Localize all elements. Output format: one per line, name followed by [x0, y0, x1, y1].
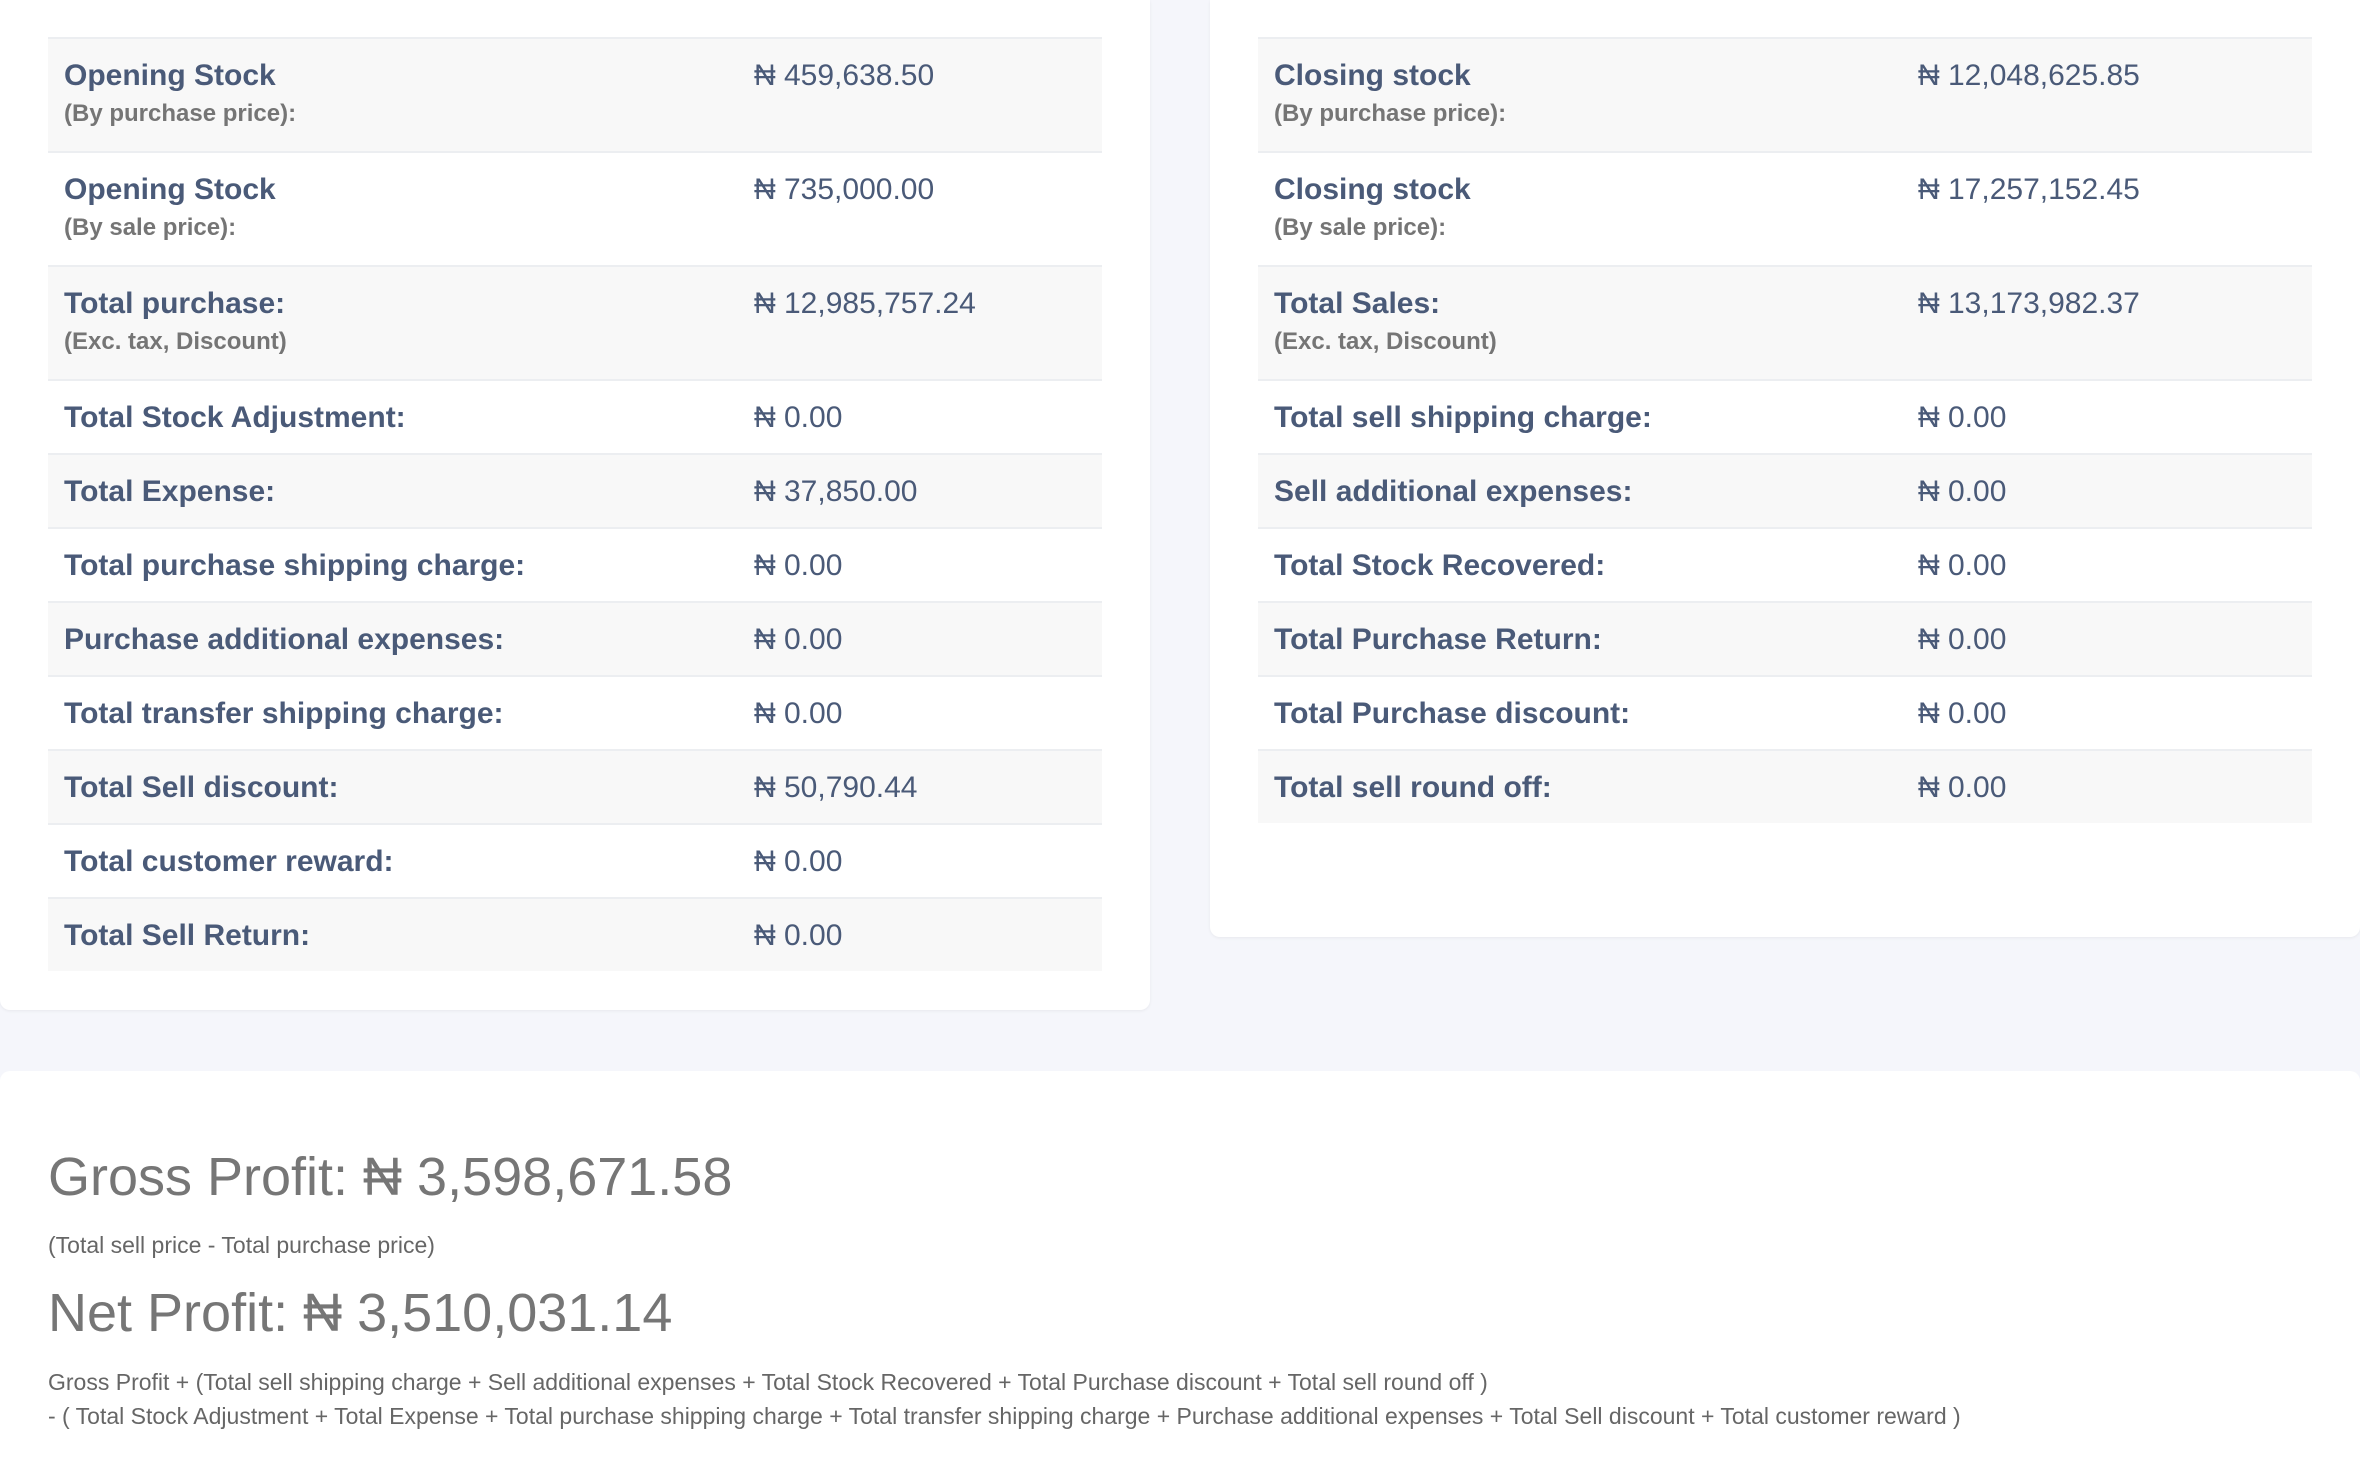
profit-loss-left-panel: Opening Stock (By purchase price): ₦ 459,… — [0, 0, 1150, 1010]
profit-loss-right-panel: Closing stock (By purchase price): ₦ 12,0… — [1210, 0, 2360, 937]
row-label: Total customer reward: — [64, 845, 394, 878]
table-row: Opening Stock (By sale price): ₦ 735,000.… — [48, 151, 1102, 265]
row-value: ₦ 12,985,757.24 — [754, 287, 976, 320]
row-sublabel: (By sale price): — [64, 214, 237, 241]
row-value: ₦ 0.00 — [1918, 549, 2007, 582]
table-row: Total Sales: (Exc. tax, Discount) ₦ 13,17… — [1258, 265, 2312, 379]
row-label: Total Sales: (Exc. tax, Discount) — [1274, 287, 1497, 355]
row-sublabel: (By purchase price): — [1274, 100, 1507, 127]
row-value: ₦ 13,173,982.37 — [1918, 287, 2140, 320]
table-row: Total sell shipping charge: ₦ 0.00 — [1258, 379, 2312, 453]
row-label: Opening Stock (By purchase price): — [64, 59, 297, 127]
table-row: Opening Stock (By purchase price): ₦ 459,… — [48, 37, 1102, 151]
net-profit-formula-line2: - ( Total Stock Adjustment + Total Expen… — [48, 1403, 1961, 1429]
table-row: Purchase additional expenses: ₦ 0.00 — [48, 601, 1102, 675]
table-row: Sell additional expenses: ₦ 0.00 — [1258, 453, 2312, 527]
row-sublabel: (Exc. tax, Discount) — [1274, 328, 1497, 355]
table-row: Total Purchase discount: ₦ 0.00 — [1258, 675, 2312, 749]
row-value: ₦ 37,850.00 — [754, 475, 918, 508]
gross-profit-heading: Gross Profit: ₦ 3,598,671.58 — [48, 1147, 733, 1207]
row-value: ₦ 459,638.50 — [754, 59, 935, 92]
row-value: ₦ 0.00 — [754, 623, 843, 656]
row-label: Total sell round off: — [1274, 771, 1552, 804]
row-label: Total purchase: (Exc. tax, Discount) — [64, 287, 287, 355]
row-value: ₦ 0.00 — [1918, 697, 2007, 730]
row-value: ₦ 0.00 — [754, 697, 843, 730]
net-profit-heading: Net Profit: ₦ 3,510,031.14 — [48, 1283, 673, 1343]
right-summary-table: Closing stock (By purchase price): ₦ 12,0… — [1258, 37, 2312, 823]
table-row: Total sell round off: ₦ 0.00 — [1258, 749, 2312, 823]
row-sublabel: (By sale price): — [1274, 214, 1447, 241]
row-label: Total Sell discount: — [64, 771, 339, 804]
row-label: Sell additional expenses: — [1274, 475, 1633, 508]
row-sublabel: (Exc. tax, Discount) — [64, 328, 287, 355]
left-summary-table: Opening Stock (By purchase price): ₦ 459,… — [48, 37, 1102, 971]
table-row: Total purchase shipping charge: ₦ 0.00 — [48, 527, 1102, 601]
row-label: Total Purchase discount: — [1274, 697, 1631, 730]
table-row: Total customer reward: ₦ 0.00 — [48, 823, 1102, 897]
table-row: Total Expense: ₦ 37,850.00 — [48, 453, 1102, 527]
row-label: Total sell shipping charge: — [1274, 401, 1652, 434]
row-value: ₦ 735,000.00 — [754, 173, 935, 206]
table-row: Closing stock (By sale price): ₦ 17,257,1… — [1258, 151, 2312, 265]
row-label: Total purchase shipping charge: — [64, 549, 526, 582]
row-value: ₦ 12,048,625.85 — [1918, 59, 2140, 92]
profit-summary-panel: Gross Profit: ₦ 3,598,671.58 (Total sell… — [0, 1071, 2360, 1477]
row-value: ₦ 50,790.44 — [754, 771, 918, 804]
row-value: ₦ 0.00 — [1918, 401, 2007, 434]
row-label: Closing stock (By sale price): — [1274, 173, 1471, 241]
row-value: ₦ 0.00 — [1918, 771, 2007, 804]
row-value: ₦ 0.00 — [754, 401, 843, 434]
table-row: Closing stock (By purchase price): ₦ 12,0… — [1258, 37, 2312, 151]
table-row: Total purchase: (Exc. tax, Discount) ₦ 12… — [48, 265, 1102, 379]
row-label: Opening Stock (By sale price): — [64, 173, 276, 241]
row-label: Total Expense: — [64, 475, 276, 508]
table-row: Total transfer shipping charge: ₦ 0.00 — [48, 675, 1102, 749]
row-label: Total Sell Return: — [64, 919, 311, 952]
row-value: ₦ 0.00 — [754, 845, 843, 878]
row-label: Purchase additional expenses: — [64, 623, 505, 656]
table-row: Total Sell discount: ₦ 50,790.44 — [48, 749, 1102, 823]
table-row: Total Sell Return: ₦ 0.00 — [48, 897, 1102, 971]
row-value: ₦ 0.00 — [1918, 475, 2007, 508]
row-label: Total transfer shipping charge: — [64, 697, 504, 730]
row-label: Closing stock (By purchase price): — [1274, 59, 1507, 127]
row-sublabel: (By purchase price): — [64, 100, 297, 127]
table-row: Total Stock Adjustment: ₦ 0.00 — [48, 379, 1102, 453]
table-row: Total Stock Recovered: ₦ 0.00 — [1258, 527, 2312, 601]
table-row: Total Purchase Return: ₦ 0.00 — [1258, 601, 2312, 675]
row-label: Total Stock Adjustment: — [64, 401, 406, 434]
row-value: ₦ 0.00 — [1918, 623, 2007, 656]
net-profit-formula-line1: Gross Profit + (Total sell shipping char… — [48, 1369, 1488, 1395]
row-label: Total Purchase Return: — [1274, 623, 1602, 656]
gross-profit-note: (Total sell price - Total purchase price… — [48, 1232, 435, 1258]
row-value: ₦ 17,257,152.45 — [1918, 173, 2140, 206]
row-label: Total Stock Recovered: — [1274, 549, 1606, 582]
row-value: ₦ 0.00 — [754, 549, 843, 582]
row-value: ₦ 0.00 — [754, 919, 843, 952]
